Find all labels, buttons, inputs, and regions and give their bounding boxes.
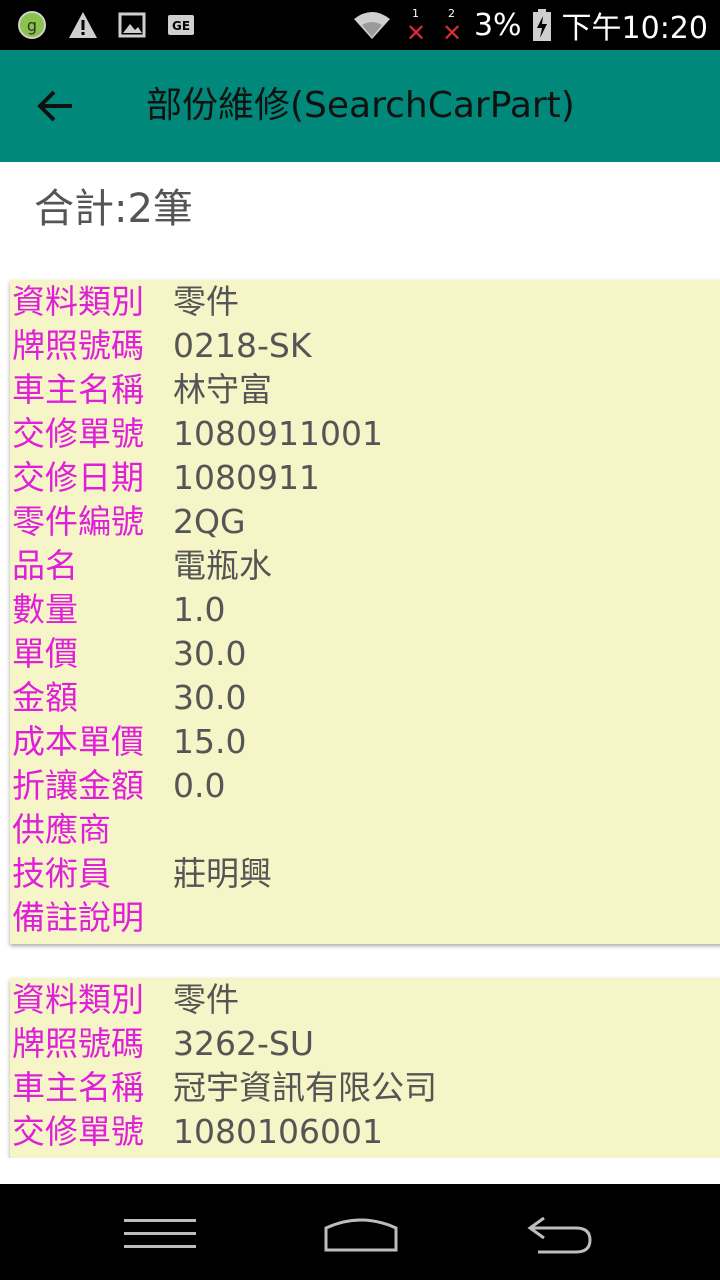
- page-title: 部份維修(SearchCarPart): [146, 85, 575, 126]
- field-label: 折讓金額: [12, 766, 144, 805]
- menu-icon[interactable]: [122, 1216, 198, 1252]
- record-row: 車主名稱 冠宇資訊有限公司: [10, 1066, 720, 1110]
- record-row: 車主名稱 林守富: [10, 368, 720, 412]
- field-label: 資料類別: [12, 282, 144, 321]
- field-value: 0.0: [173, 766, 226, 805]
- field-value: 15.0: [173, 722, 247, 761]
- record-row: 金額 30.0: [10, 676, 720, 720]
- field-label: 金額: [12, 678, 78, 717]
- record-list[interactable]: 資料類別 零件 牌照號碼 0218-SK 車主名稱 林守富 交修單號 108091100…: [0, 262, 720, 1158]
- record-row: 資料類別 零件: [10, 280, 720, 324]
- app-notification-icon: g: [18, 11, 46, 39]
- record-row: 數量 1.0: [10, 588, 720, 632]
- record-row: 供應商: [10, 808, 720, 852]
- record-row: 牌照號碼 3262-SU: [10, 1022, 720, 1066]
- field-label: 牌照號碼: [12, 326, 144, 365]
- ge-icon: GE: [168, 15, 194, 35]
- field-value: 30.0: [173, 678, 247, 717]
- field-value: 零件: [173, 282, 239, 321]
- field-label: 牌照號碼: [12, 1024, 144, 1063]
- field-value: 0218-SK: [173, 326, 312, 365]
- sim1-signal-icon: 1 ✕: [405, 7, 427, 47]
- record-card[interactable]: 資料類別 零件 牌照號碼 3262-SU 車主名稱 冠宇資訊有限公司 交修單號 1080…: [10, 978, 720, 1158]
- record-row: 折讓金額 0.0: [10, 764, 720, 808]
- record-row: 成本單價 15.0: [10, 720, 720, 764]
- back-button[interactable]: [34, 84, 78, 128]
- wifi-icon: [353, 12, 390, 39]
- field-label: 交修日期: [12, 458, 144, 497]
- warning-icon: [69, 12, 97, 38]
- field-label: 交修單號: [12, 1112, 144, 1151]
- record-row: 交修單號 1080106001: [10, 1110, 720, 1154]
- record-row: 牌照號碼 0218-SK: [10, 324, 720, 368]
- record-row: 單價 30.0: [10, 632, 720, 676]
- battery-percent: 3%: [473, 7, 522, 43]
- field-value: 1080106001: [173, 1112, 383, 1151]
- field-label: 備註說明: [12, 898, 144, 937]
- record-row: 技術員 莊明興: [10, 852, 720, 896]
- image-icon: [118, 12, 146, 38]
- field-value: 1080911001: [173, 414, 383, 453]
- field-value: 30.0: [173, 634, 247, 673]
- field-value: 3262-SU: [173, 1024, 314, 1063]
- navigation-bar: [0, 1184, 720, 1280]
- field-value: 1080911: [173, 458, 320, 497]
- battery-icon: [532, 9, 551, 41]
- svg-text:g: g: [27, 16, 37, 35]
- arrow-left-icon: [37, 90, 72, 122]
- home-icon[interactable]: [322, 1210, 400, 1254]
- record-card[interactable]: 資料類別 零件 牌照號碼 0218-SK 車主名稱 林守富 交修單號 108091100…: [10, 280, 720, 944]
- field-label: 零件編號: [12, 502, 144, 541]
- total-count: 合計:2筆: [34, 186, 193, 232]
- field-label: 交修單號: [12, 414, 144, 453]
- sim2-signal-icon: 2 ✕: [441, 7, 463, 47]
- field-label: 供應商: [12, 810, 111, 849]
- field-value: 冠宇資訊有限公司: [173, 1068, 437, 1107]
- field-label: 品名: [12, 546, 78, 585]
- field-label: 資料類別: [12, 980, 144, 1019]
- app-bar: 部份維修(SearchCarPart): [0, 50, 720, 162]
- record-row: 交修單號 1080911001: [10, 412, 720, 456]
- field-value: 2QG: [173, 502, 246, 541]
- back-icon[interactable]: [524, 1212, 596, 1256]
- field-value: 林守富: [173, 370, 272, 409]
- clock: 下午10:20: [561, 11, 708, 46]
- field-label: 成本單價: [12, 722, 144, 761]
- record-row: 品名 電瓶水: [10, 544, 720, 588]
- field-label: 數量: [12, 590, 78, 629]
- record-row: 交修日期 1080911: [10, 456, 720, 500]
- status-bar: g GE 1 ✕ 2 ✕ 3% 下午10:20: [0, 0, 720, 50]
- record-row: 備註說明: [10, 896, 720, 940]
- field-value: 電瓶水: [173, 546, 272, 585]
- svg-text:GE: GE: [172, 19, 190, 33]
- field-value: 1.0: [173, 590, 226, 629]
- field-value: 莊明興: [173, 854, 272, 893]
- field-label: 車主名稱: [12, 370, 144, 409]
- field-label: 車主名稱: [12, 1068, 144, 1107]
- field-label: 單價: [12, 634, 78, 673]
- field-label: 技術員: [12, 854, 111, 893]
- record-row: 零件編號 2QG: [10, 500, 720, 544]
- record-row: 資料類別 零件: [10, 978, 720, 1022]
- field-value: 零件: [173, 980, 239, 1019]
